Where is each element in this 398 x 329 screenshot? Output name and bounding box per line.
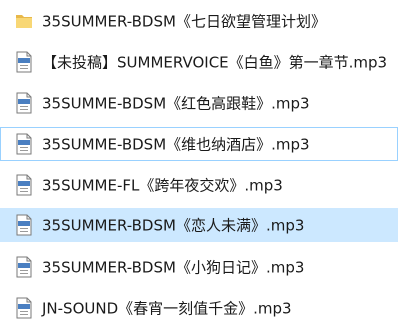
file-row[interactable]: JN-SOUND《春宵一刻值千金》.mp3 [0,291,398,325]
file-name: 35SUMME-BDSM《维也纳酒店》.mp3 [42,135,310,154]
file-list: 35SUMMER-BDSM《七日欲望管理计划》 【未投稿】SUMMERVOICE… [0,0,398,329]
file-name: 【未投稿】SUMMERVOICE《白鱼》第一章节.mp3 [42,53,388,72]
mp3-file-icon [15,214,33,236]
file-name: 35SUMMER-BDSM《小狗日记》.mp3 [42,258,305,277]
file-name: 35SUMMER-BDSM《七日欲望管理计划》 [42,12,326,31]
file-name: JN-SOUND《春宵一刻值千金》.mp3 [42,299,292,318]
file-name: 35SUMME-BDSM《红色高跟鞋》.mp3 [42,94,310,113]
file-row[interactable]: 35SUMME-FL《跨年夜交欢》.mp3 [0,168,398,202]
file-row[interactable]: 【未投稿】SUMMERVOICE《白鱼》第一章节.mp3 [0,45,398,79]
mp3-file-icon [15,51,33,73]
mp3-file-icon [15,92,33,114]
file-row-focused[interactable]: 35SUMME-BDSM《维也纳酒店》.mp3 [0,127,398,161]
file-row-selected[interactable]: 35SUMMER-BDSM《恋人未满》.mp3 [0,208,398,242]
file-name: 35SUMME-FL《跨年夜交欢》.mp3 [42,176,283,195]
file-name: 35SUMMER-BDSM《恋人未满》.mp3 [42,216,305,235]
folder-icon [15,10,33,32]
file-row-folder[interactable]: 35SUMMER-BDSM《七日欲望管理计划》 [0,4,398,38]
mp3-file-icon [15,133,33,155]
file-row[interactable]: 35SUMMER-BDSM《小狗日记》.mp3 [0,250,398,284]
mp3-file-icon [15,297,33,319]
mp3-file-icon [15,256,33,278]
mp3-file-icon [15,174,33,196]
file-row[interactable]: 35SUMME-BDSM《红色高跟鞋》.mp3 [0,86,398,120]
